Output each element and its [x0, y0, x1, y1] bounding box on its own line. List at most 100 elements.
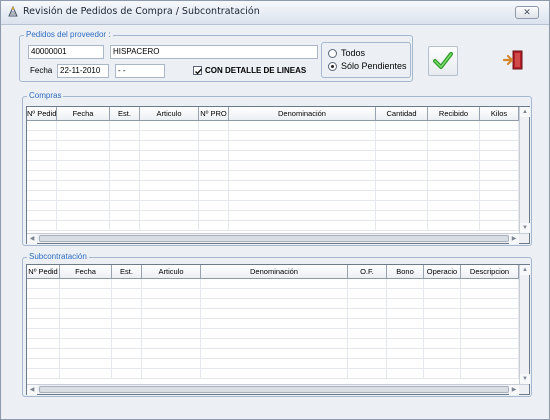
table-cell[interactable] [348, 369, 387, 379]
table-cell[interactable] [57, 211, 110, 221]
table-cell[interactable] [199, 211, 229, 221]
table-cell[interactable] [428, 191, 480, 201]
table-cell[interactable] [229, 121, 376, 131]
compras-col-cantidad[interactable]: Cantidad [376, 107, 428, 120]
table-cell[interactable] [201, 329, 348, 339]
detalle-lineas-checkbox[interactable] [193, 66, 203, 75]
table-cell[interactable] [27, 161, 57, 171]
table-cell[interactable] [60, 339, 112, 349]
compras-col-npro[interactable]: Nº PRO [199, 107, 229, 120]
table-cell[interactable] [229, 171, 376, 181]
table-cell[interactable] [376, 221, 428, 231]
table-cell[interactable] [60, 359, 112, 369]
table-cell[interactable] [27, 211, 57, 221]
table-cell[interactable] [428, 141, 480, 151]
table-cell[interactable] [112, 309, 142, 319]
table-cell[interactable] [480, 151, 519, 161]
table-cell[interactable] [424, 339, 461, 349]
subc-scroll-left[interactable]: ◀ [27, 385, 37, 395]
table-cell[interactable] [387, 309, 424, 319]
subc-col-operacion[interactable]: Operacio [424, 265, 461, 278]
title-bar[interactable]: Revisión de Pedidos de Compra / Subcontr… [1, 1, 549, 25]
table-cell[interactable] [27, 329, 60, 339]
subcontratacion-vscroll[interactable]: ▲ ▼ [519, 265, 530, 384]
table-cell[interactable] [112, 279, 142, 289]
table-cell[interactable] [60, 289, 112, 299]
compras-col-recibido[interactable]: Recibido [428, 107, 480, 120]
table-row[interactable] [27, 309, 519, 319]
table-cell[interactable] [199, 191, 229, 201]
table-cell[interactable] [201, 359, 348, 369]
table-cell[interactable] [140, 221, 199, 231]
table-cell[interactable] [140, 191, 199, 201]
table-cell[interactable] [110, 181, 140, 191]
table-cell[interactable] [60, 299, 112, 309]
table-cell[interactable] [424, 349, 461, 359]
table-cell[interactable] [201, 339, 348, 349]
compras-col-denominacion[interactable]: Denominación [229, 107, 376, 120]
table-row[interactable] [27, 151, 519, 161]
table-cell[interactable] [140, 181, 199, 191]
table-cell[interactable] [140, 171, 199, 181]
table-cell[interactable] [27, 131, 57, 141]
table-cell[interactable] [387, 349, 424, 359]
table-cell[interactable] [348, 349, 387, 359]
table-row[interactable] [27, 339, 519, 349]
subc-col-est[interactable]: Est. [112, 265, 142, 278]
subc-col-descripcion[interactable]: Descripcion [461, 265, 519, 278]
table-row[interactable] [27, 131, 519, 141]
exit-button[interactable] [502, 49, 526, 71]
table-row[interactable] [27, 171, 519, 181]
table-cell[interactable] [57, 151, 110, 161]
table-cell[interactable] [348, 329, 387, 339]
table-cell[interactable] [140, 161, 199, 171]
table-cell[interactable] [142, 359, 201, 369]
subc-scroll-down[interactable]: ▼ [520, 374, 530, 384]
table-cell[interactable] [57, 161, 110, 171]
table-row[interactable] [27, 181, 519, 191]
table-cell[interactable] [348, 339, 387, 349]
table-cell[interactable] [461, 329, 519, 339]
table-cell[interactable] [424, 319, 461, 329]
table-cell[interactable] [480, 191, 519, 201]
compras-col-est[interactable]: Est. [110, 107, 140, 120]
table-cell[interactable] [112, 359, 142, 369]
table-cell[interactable] [60, 329, 112, 339]
table-cell[interactable] [461, 359, 519, 369]
table-cell[interactable] [57, 121, 110, 131]
table-cell[interactable] [110, 201, 140, 211]
table-cell[interactable] [229, 181, 376, 191]
table-cell[interactable] [229, 141, 376, 151]
compras-col-npedido[interactable]: Nº Pedid [27, 107, 57, 120]
table-cell[interactable] [27, 201, 57, 211]
table-cell[interactable] [27, 141, 57, 151]
compras-hscroll[interactable]: ◀ ▶ [27, 233, 529, 244]
table-row[interactable] [27, 191, 519, 201]
table-cell[interactable] [60, 319, 112, 329]
table-cell[interactable] [57, 201, 110, 211]
table-cell[interactable] [201, 369, 348, 379]
subc-col-npedido[interactable]: Nº Pedid [27, 265, 60, 278]
table-cell[interactable] [376, 171, 428, 181]
table-row[interactable] [27, 221, 519, 231]
compras-col-kilos[interactable]: Kilos [480, 107, 519, 120]
table-cell[interactable] [480, 131, 519, 141]
table-cell[interactable] [424, 289, 461, 299]
table-cell[interactable] [376, 161, 428, 171]
table-cell[interactable] [57, 171, 110, 181]
table-cell[interactable] [480, 221, 519, 231]
table-cell[interactable] [376, 131, 428, 141]
table-cell[interactable] [27, 221, 57, 231]
table-cell[interactable] [387, 299, 424, 309]
table-cell[interactable] [428, 171, 480, 181]
table-cell[interactable] [110, 221, 140, 231]
table-cell[interactable] [142, 289, 201, 299]
table-cell[interactable] [387, 359, 424, 369]
table-cell[interactable] [428, 181, 480, 191]
table-cell[interactable] [110, 141, 140, 151]
table-cell[interactable] [387, 329, 424, 339]
table-row[interactable] [27, 299, 519, 309]
compras-col-articulo[interactable]: Articulo [140, 107, 199, 120]
compras-hscroll-thumb[interactable] [39, 235, 509, 242]
table-row[interactable] [27, 211, 519, 221]
